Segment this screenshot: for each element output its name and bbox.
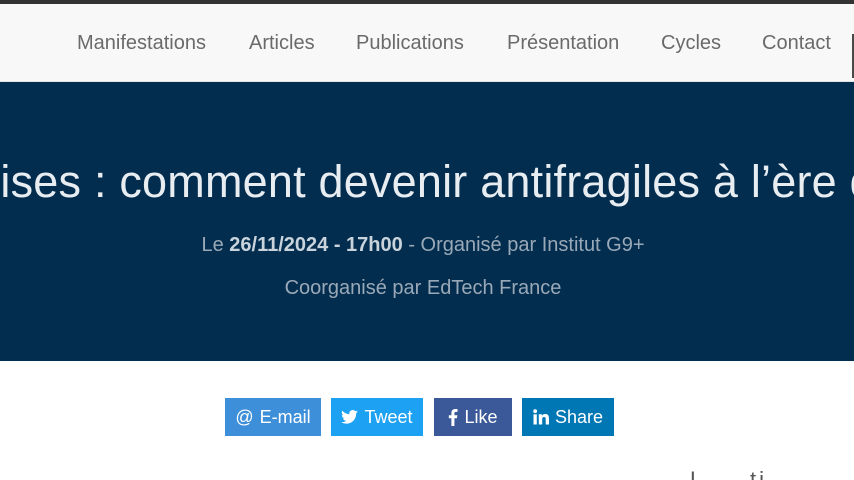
main-navigation: Manifestations Articles Publications Pré… xyxy=(0,4,854,82)
nav-item-articles[interactable]: Articles xyxy=(249,31,315,55)
email-share-button[interactable]: @ E-mail xyxy=(225,398,321,436)
twitter-bird-icon xyxy=(341,410,359,424)
facebook-f-icon xyxy=(448,408,459,426)
facebook-like-button[interactable]: Like xyxy=(434,398,512,436)
date-prefix: Le xyxy=(201,234,224,256)
nav-item-manifestations[interactable]: Manifestations xyxy=(77,31,206,55)
event-hero-banner: prises : comment devenir antifragiles à … xyxy=(0,82,854,361)
linkedin-in-icon xyxy=(533,409,549,425)
linkedin-share-button[interactable]: Share xyxy=(522,398,614,436)
event-coorganizer: Coorganisé par EdTech France xyxy=(284,277,562,299)
tweet-button[interactable]: Tweet xyxy=(331,398,423,436)
like-label: Like xyxy=(464,406,498,427)
tweet-label: Tweet xyxy=(364,406,413,427)
email-share-label: E-mail xyxy=(259,406,311,427)
nav-item-presentation[interactable]: Présentation xyxy=(507,31,619,55)
nav-item-publications[interactable]: Publications xyxy=(356,31,464,55)
share-label: Share xyxy=(554,406,604,427)
share-bar: @ E-mail Tweet Like Share xyxy=(0,398,854,436)
section-heading-partial: L ... ti xyxy=(690,467,767,480)
nav-item-cycles[interactable]: Cycles xyxy=(661,31,721,55)
event-organizer: - Organisé par Institut G9+ xyxy=(408,234,645,256)
at-sign-icon: @ xyxy=(235,406,254,427)
nav-item-contact[interactable]: Contact xyxy=(762,31,831,55)
event-date-line: Le 26/11/2024 - 17h00 - Organisé par Ins… xyxy=(0,233,846,257)
event-title: prises : comment devenir antifragiles à … xyxy=(0,156,854,207)
event-date: 26/11/2024 - 17h00 xyxy=(229,234,403,256)
